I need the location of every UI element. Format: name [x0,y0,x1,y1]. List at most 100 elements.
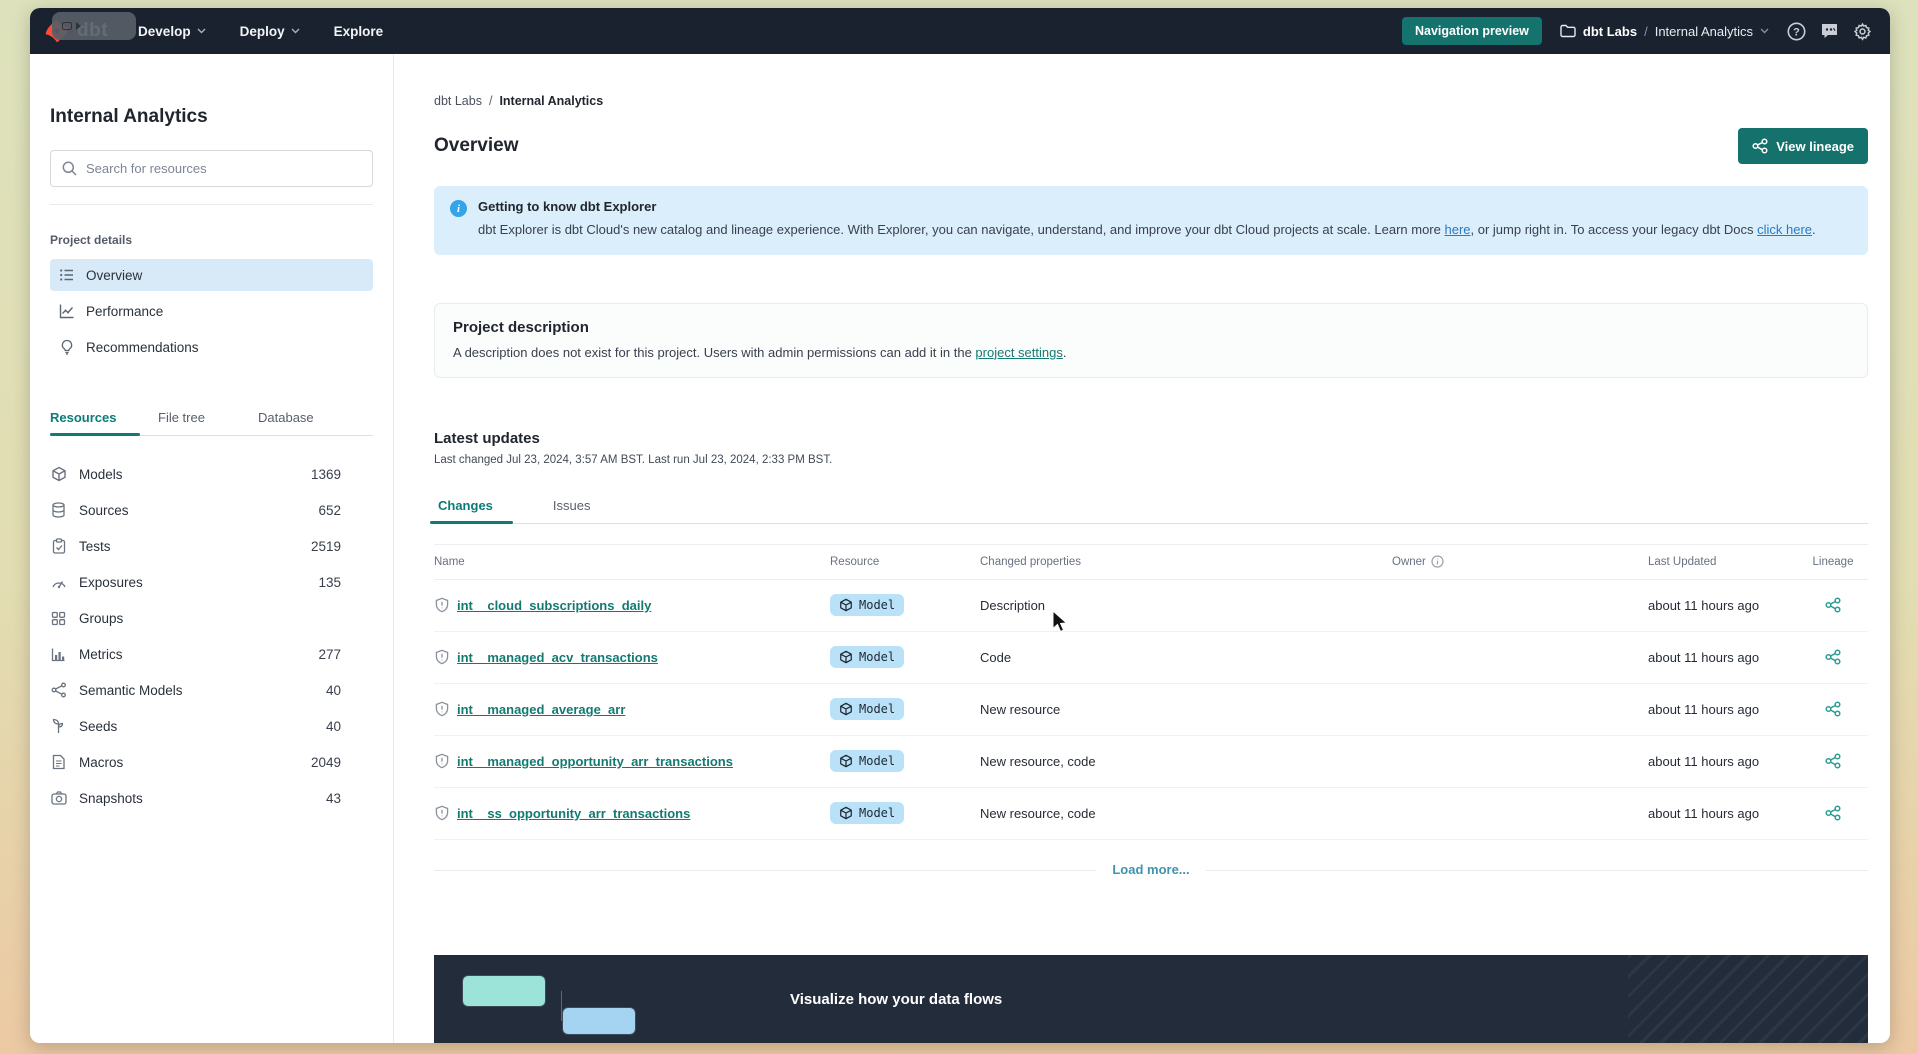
column-changed-properties: Changed properties [980,555,1082,568]
sidebar: Internal Analytics Project details Overv… [30,54,394,1043]
latest-updates-subtitle: Last changed Jul 23, 2024, 3:57 AM BST. … [434,453,833,466]
gear-icon[interactable] [1853,22,1872,41]
last-updated-cell: about 11 hours ago [1648,597,1760,613]
resource-search-box[interactable] [50,150,373,187]
resource-item-macros[interactable]: Macros 2049 [50,744,341,780]
latest-updates-title: Latest updates [434,429,540,447]
table-row: int__cloud_subscriptions_daily Model Des… [434,580,1868,632]
project-description-title: Project description [453,318,589,336]
resource-item-tests[interactable]: Tests 2519 [50,528,341,564]
sidebar-nav: Overview Performance Recommendations [50,259,373,363]
resource-label: Models [79,466,123,482]
sidebar-item-label: Recommendations [86,339,199,355]
chevron-down-icon [1760,28,1769,34]
resource-item-seeds[interactable]: Seeds 40 [50,708,341,744]
changed-properties-cell: Code [980,649,1012,665]
project-name: Internal Analytics [1654,23,1753,39]
lineage-icon[interactable] [1825,753,1841,769]
resource-count: 43 [325,790,341,806]
tab-database[interactable]: Database [258,401,358,435]
lineage-icon[interactable] [1825,805,1841,821]
resource-count: 40 [325,718,341,734]
info-banner-title: Getting to know dbt Explorer [478,199,657,214]
resource-label: Metrics [79,646,123,662]
sidebar-item-recommendations[interactable]: Recommendations [50,331,373,363]
model-link[interactable]: int__ss_opportunity_arr_transactions [457,806,690,821]
last-updated-cell: about 11 hours ago [1648,753,1760,769]
column-resource: Resource [830,555,880,568]
top-nav-menu: Develop Deploy Explore [138,24,383,39]
project-settings-link[interactable]: project settings [975,345,1062,360]
cube-icon [50,466,67,482]
info-circle-icon[interactable] [1431,555,1444,568]
model-link[interactable]: int__managed_opportunity_arr_transaction… [457,754,733,769]
bar-chart-icon [50,647,67,662]
database-icon [50,502,67,518]
menu-develop[interactable]: Develop [138,24,206,39]
resource-item-groups[interactable]: Groups [50,600,341,636]
page-title: Overview [434,135,519,156]
sidebar-item-overview[interactable]: Overview [50,259,373,291]
model-link[interactable]: int__managed_average_arr [457,702,625,717]
tab-file-tree[interactable]: File tree [158,401,258,435]
lineage-node [562,1006,636,1035]
resource-item-exposures[interactable]: Exposures 135 [50,564,341,600]
mouse-cursor [1052,610,1068,633]
learn-more-link[interactable]: here [1444,222,1470,237]
feedback-icon[interactable] [1820,22,1839,40]
resource-badge: Model [830,594,905,617]
resource-item-metrics[interactable]: Metrics 277 [50,636,341,672]
tab-changes[interactable]: Changes [430,490,513,524]
model-link[interactable]: int__cloud_subscriptions_daily [457,598,651,613]
breadcrumb-current: Internal Analytics [499,94,604,108]
folder-icon [1560,24,1576,38]
menu-explore[interactable]: Explore [334,24,384,39]
lineage-icon[interactable] [1825,701,1841,717]
model-link[interactable]: int__managed_acv_transactions [457,650,658,665]
promo-banner-title: Visualize how your data flows [790,990,1003,1008]
resource-badge: Model [830,646,905,669]
file-icon [50,754,67,770]
lineage-icon[interactable] [1825,597,1841,613]
changed-properties-cell: New resource, code [980,753,1096,769]
resource-count: 277 [318,646,341,662]
project-details-label: Project details [50,233,133,247]
resource-item-semantic-models[interactable]: Semantic Models 40 [50,672,341,708]
tab-issues[interactable]: Issues [549,490,595,523]
help-icon[interactable]: ? [1787,22,1806,41]
cube-icon [840,703,852,716]
sidebar-item-label: Performance [86,303,164,319]
chevron-down-icon [197,28,206,34]
search-input[interactable] [86,161,361,176]
main-content: dbt Labs / Internal Analytics Overview V… [394,54,1890,1043]
view-lineage-button[interactable]: View lineage [1738,128,1868,164]
navigation-preview-button[interactable]: Navigation preview [1401,17,1542,45]
screen-artifact [52,12,136,40]
cube-icon [840,599,852,612]
lineage-icon[interactable] [1825,649,1841,665]
breadcrumb-separator: / [488,94,493,108]
resource-item-sources[interactable]: Sources 652 [50,492,341,528]
sidebar-project-title: Internal Analytics [50,106,208,127]
load-more-link[interactable]: Load more... [1096,861,1206,877]
menu-deploy[interactable]: Deploy [240,24,300,39]
tab-resources[interactable]: Resources [50,401,158,436]
table-row: int__managed_average_arr Model New resou… [434,684,1868,736]
account-project-selector[interactable]: dbt Labs / Internal Analytics [1560,24,1769,39]
sidebar-item-performance[interactable]: Performance [50,295,373,327]
top-navigation-bar: dbt Develop Deploy Explore Navigation pr… [30,8,1890,54]
resource-count: 1369 [310,466,341,482]
promo-banner[interactable]: Visualize how your data flows [434,954,1868,1043]
resource-badge: Model [830,802,905,825]
breadcrumb-account[interactable]: dbt Labs [434,94,482,108]
resource-badge: Model [830,750,905,773]
breadcrumb-separator: / [1644,23,1648,39]
resource-item-models[interactable]: Models 1369 [50,456,341,492]
lineage-icon [1752,138,1768,154]
lineage-node [462,974,546,1007]
model-shield-icon [434,753,450,769]
legacy-docs-link[interactable]: click here [1757,222,1812,237]
resource-item-snapshots[interactable]: Snapshots 43 [50,780,341,816]
model-shield-icon [434,701,450,717]
column-lineage: Lineage [1812,555,1854,568]
